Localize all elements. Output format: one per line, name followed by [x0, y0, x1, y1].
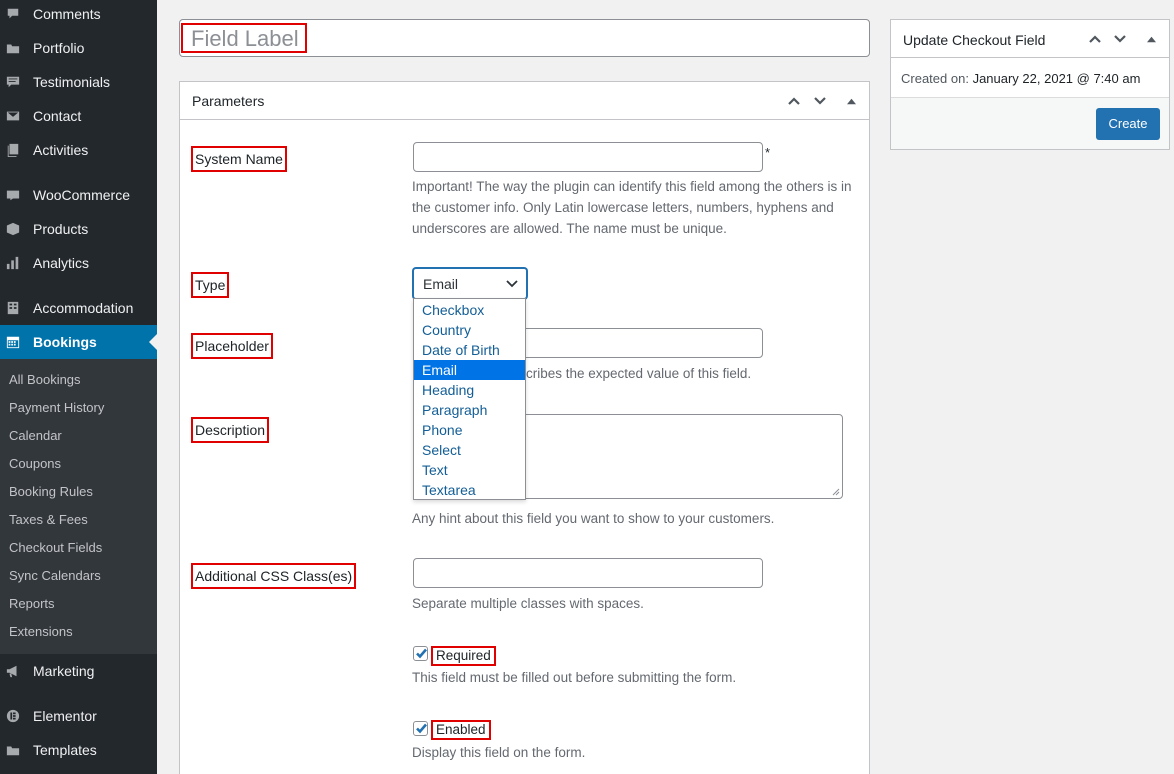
enabled-checkbox[interactable] — [413, 721, 428, 736]
update-checkout-field-box: Update Checkout Field Created on: Januar… — [890, 19, 1170, 150]
testimonials-icon — [6, 75, 20, 89]
menu-analytics[interactable]: Analytics — [0, 246, 157, 280]
system-name-input[interactable] — [413, 142, 763, 172]
move-up-icon[interactable] — [784, 91, 804, 111]
update-box-title: Update Checkout Field — [903, 32, 1046, 48]
woocommerce-icon — [6, 188, 20, 202]
type-select[interactable]: Email — [413, 268, 527, 299]
portfolio-icon — [6, 41, 20, 55]
created-on-text: Created on: January 22, 2021 @ 7:40 am — [901, 71, 1141, 86]
type-option-textarea[interactable]: Textarea — [414, 480, 525, 500]
menu-contact[interactable]: Contact — [0, 99, 157, 133]
menu-activities[interactable]: Activities — [0, 133, 157, 167]
placeholder-hint: cribes the expected value of this field. — [526, 366, 752, 381]
submenu-extensions[interactable]: Extensions — [9, 622, 73, 642]
contact-icon — [6, 109, 20, 123]
checkmark-icon — [416, 723, 427, 734]
field-label-input[interactable]: Field Label — [179, 19, 870, 57]
menu-products[interactable]: Products — [0, 212, 157, 246]
accommodation-icon — [6, 301, 20, 315]
resize-grip-icon[interactable] — [832, 488, 840, 496]
type-option-checkbox[interactable]: Checkbox — [414, 300, 525, 320]
parameters-header: Parameters — [180, 82, 869, 120]
css-class-label: Additional CSS Class(es) — [191, 563, 357, 589]
submenu-taxes-fees[interactable]: Taxes & Fees — [9, 510, 88, 530]
type-option-text[interactable]: Text — [414, 460, 525, 480]
menu-bookings[interactable]: Bookings — [0, 325, 157, 359]
admin-sidebar: Comments Portfolio Testimonials Contact … — [0, 0, 157, 774]
submenu-coupons[interactable]: Coupons — [9, 454, 61, 474]
type-label: Type — [191, 272, 230, 298]
create-button[interactable]: Create — [1096, 108, 1160, 140]
menu-marketing[interactable]: Marketing — [0, 654, 157, 688]
created-date: January 22, 2021 @ 7:40 am — [972, 71, 1141, 86]
update-box-header: Update Checkout Field — [891, 20, 1169, 58]
submenu-calendar[interactable]: Calendar — [9, 426, 62, 446]
menu-woocommerce[interactable]: WooCommerce — [0, 178, 157, 212]
type-option-select[interactable]: Select — [414, 440, 525, 460]
type-select-value: Email — [423, 276, 459, 292]
type-dropdown-list: Checkbox Country Date of Birth Email Hea… — [413, 298, 526, 500]
type-option-paragraph[interactable]: Paragraph — [414, 400, 525, 420]
description-label: Description — [191, 417, 270, 443]
type-option-email[interactable]: Email — [414, 360, 525, 380]
field-label-placeholder: Field Label — [181, 23, 307, 53]
comments-icon — [6, 7, 20, 21]
enabled-hint: Display this field on the form. — [412, 745, 586, 760]
placeholder-label: Placeholder — [191, 333, 273, 359]
css-class-input[interactable] — [413, 558, 763, 588]
submenu-reports[interactable]: Reports — [9, 594, 55, 614]
checkmark-icon — [416, 648, 427, 659]
move-up-icon[interactable] — [1085, 29, 1105, 49]
products-icon — [6, 222, 20, 236]
css-class-hint: Separate multiple classes with spaces. — [412, 596, 644, 611]
required-hint: This field must be filled out before sub… — [412, 670, 737, 685]
description-hint: Any hint about this field you want to sh… — [412, 511, 775, 526]
required-asterisk: * — [765, 145, 771, 160]
elementor-icon — [6, 709, 20, 723]
chevron-down-icon — [506, 280, 518, 288]
enabled-label[interactable]: Enabled — [431, 720, 491, 740]
parameters-title: Parameters — [192, 93, 265, 109]
type-option-country[interactable]: Country — [414, 320, 525, 340]
update-box-footer: Create — [891, 97, 1169, 149]
submenu-checkout-fields[interactable]: Checkout Fields — [9, 538, 102, 558]
megaphone-icon — [6, 664, 20, 678]
calendar-icon — [6, 335, 20, 349]
menu-templates[interactable]: Templates — [0, 733, 157, 767]
move-down-icon[interactable] — [810, 91, 830, 111]
menu-comments[interactable]: Comments — [0, 0, 157, 31]
submenu-booking-rules[interactable]: Booking Rules — [9, 482, 93, 502]
collapse-toggle-icon[interactable] — [841, 91, 861, 111]
analytics-icon — [6, 256, 20, 270]
submenu-payment-history[interactable]: Payment History — [9, 398, 104, 418]
collapse-toggle-icon[interactable] — [1141, 29, 1161, 49]
menu-testimonials[interactable]: Testimonials — [0, 65, 157, 99]
system-name-hint: Important! The way the plugin can identi… — [412, 179, 852, 236]
system-name-label: System Name — [191, 146, 287, 172]
type-option-phone[interactable]: Phone — [414, 420, 525, 440]
activities-icon — [6, 143, 20, 157]
submenu-sync-calendars[interactable]: Sync Calendars — [9, 566, 101, 586]
type-option-heading[interactable]: Heading — [414, 380, 525, 400]
menu-accommodation[interactable]: Accommodation — [0, 291, 157, 325]
menu-portfolio[interactable]: Portfolio — [0, 31, 157, 65]
submenu-all-bookings[interactable]: All Bookings — [9, 370, 81, 390]
bookings-submenu: All Bookings Payment History Calendar Co… — [0, 359, 157, 654]
type-option-date-of-birth[interactable]: Date of Birth — [414, 340, 525, 360]
templates-icon — [6, 743, 20, 757]
required-checkbox[interactable] — [413, 646, 428, 661]
move-down-icon[interactable] — [1110, 29, 1130, 49]
required-label[interactable]: Required — [431, 646, 496, 666]
menu-elementor[interactable]: Elementor — [0, 699, 157, 733]
